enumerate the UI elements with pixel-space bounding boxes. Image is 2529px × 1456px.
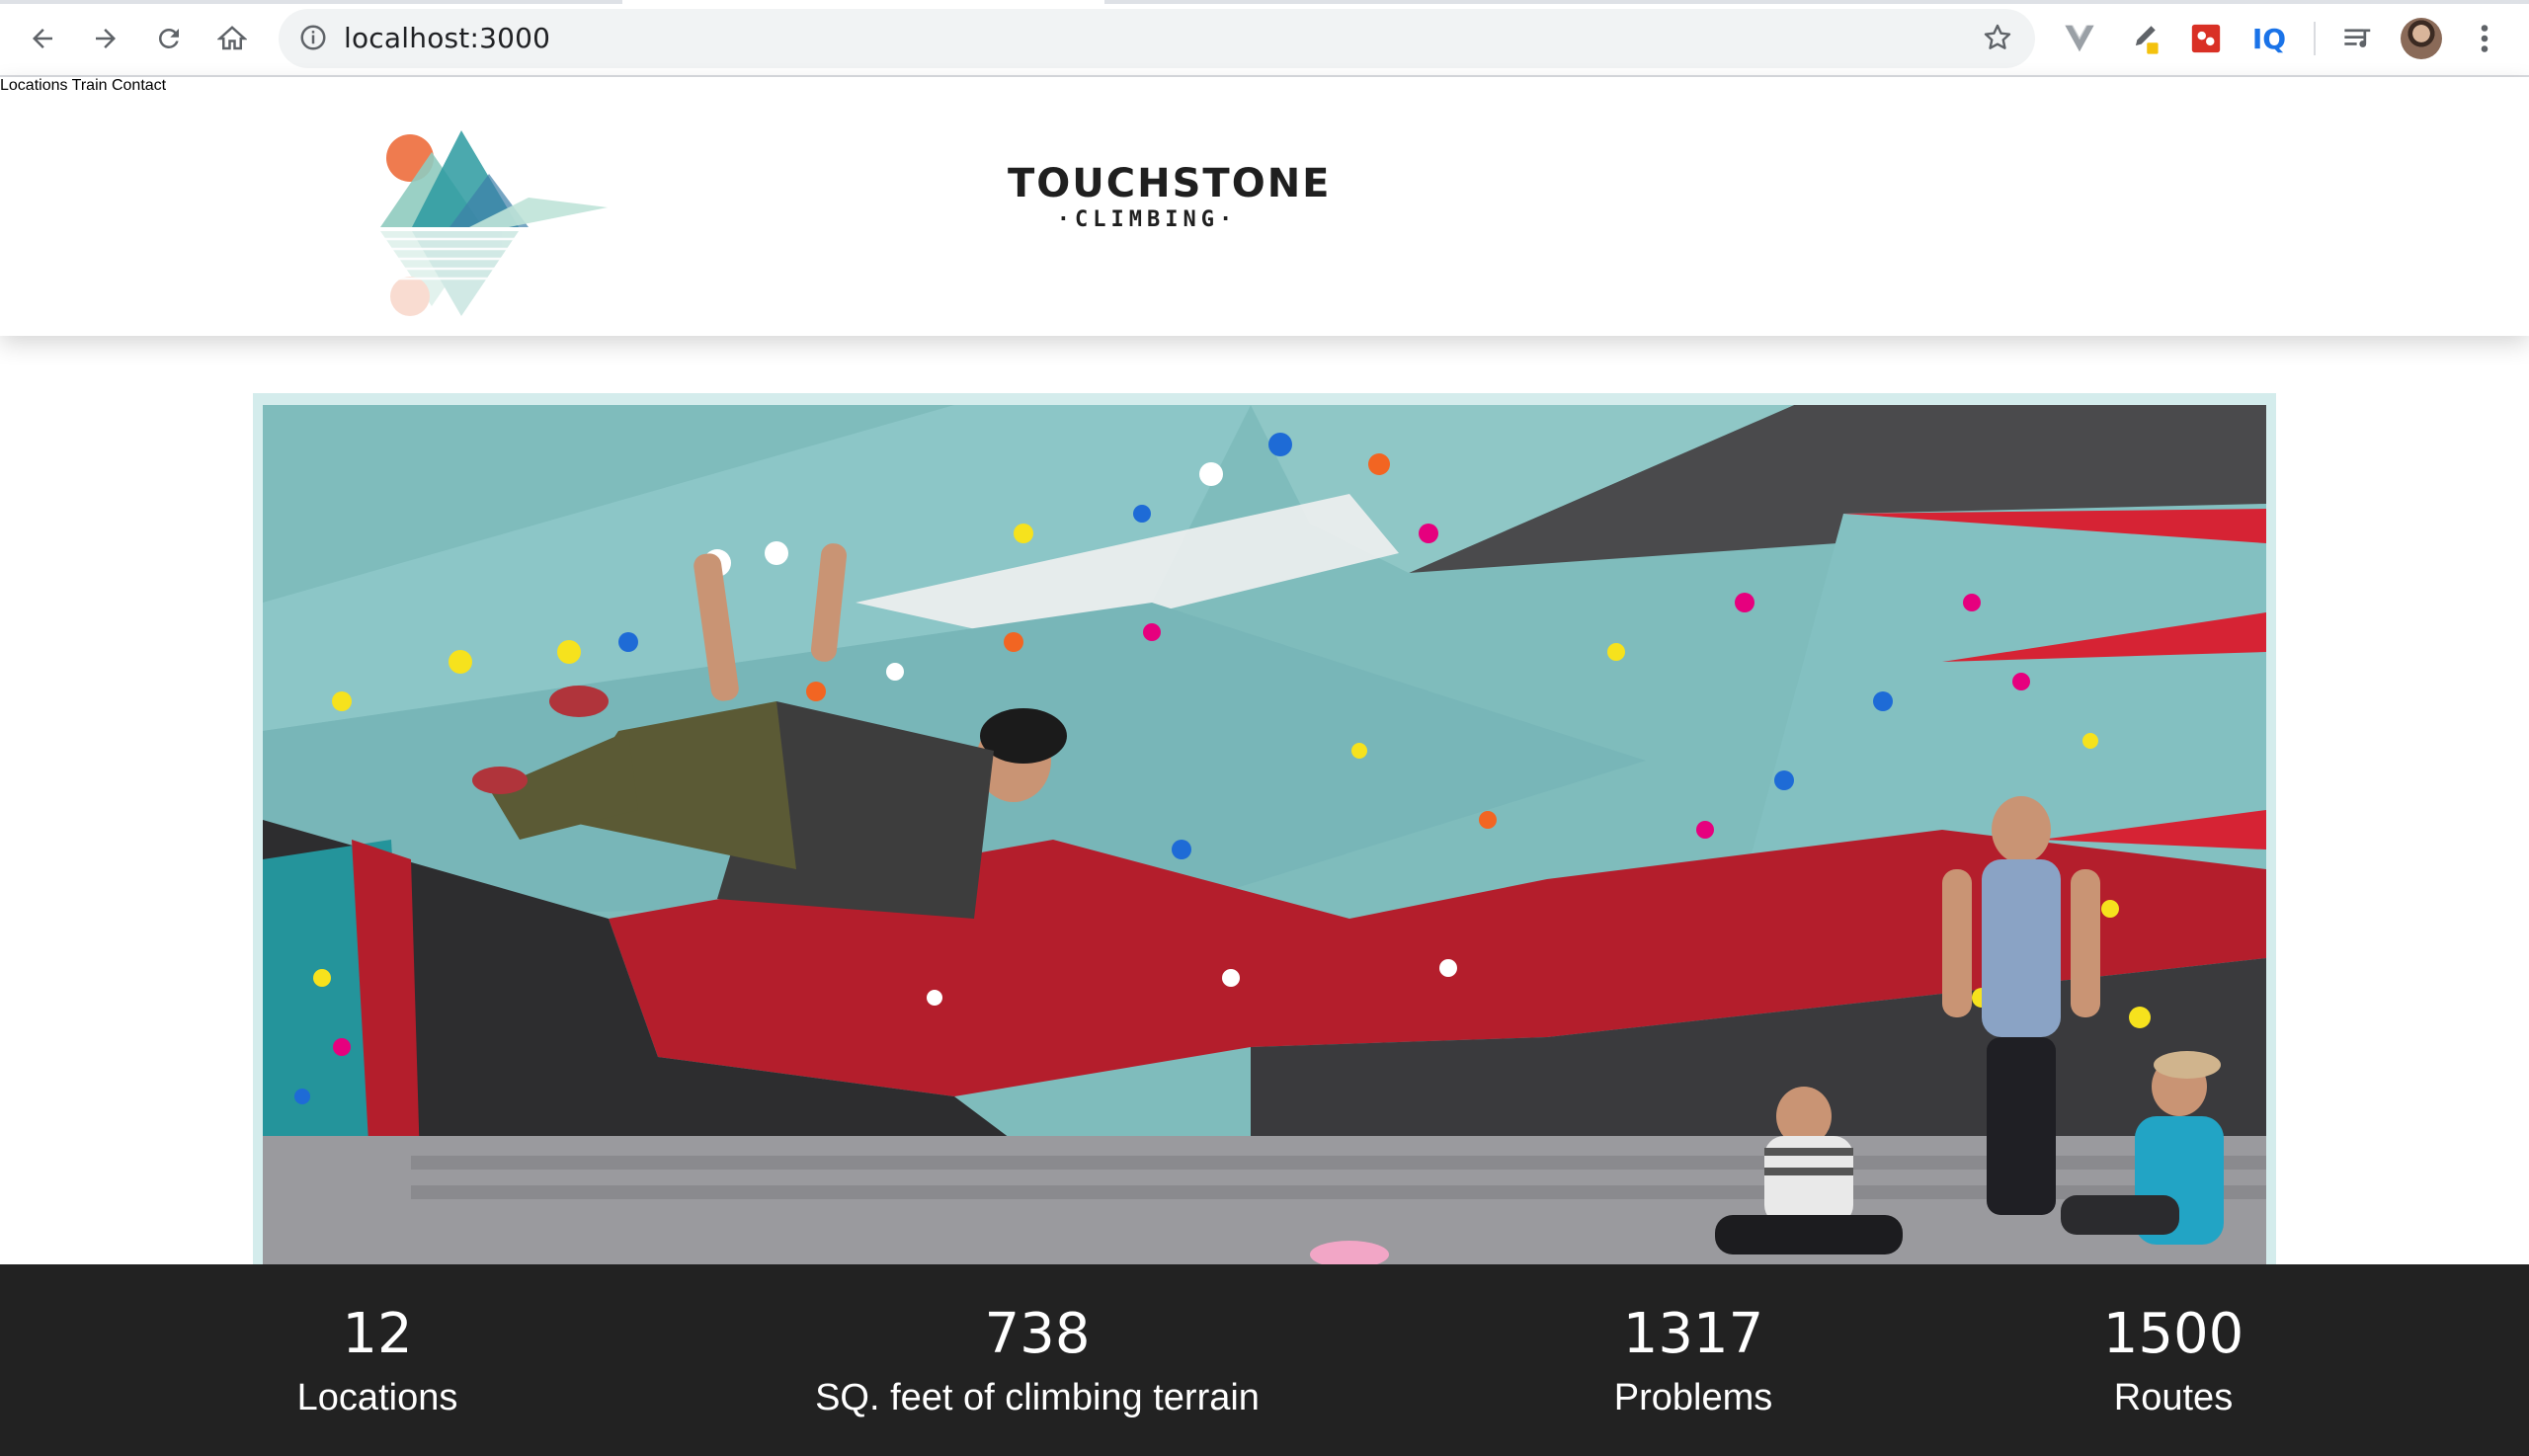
stat-value: 738 <box>984 1302 1091 1366</box>
menu-kebab-icon[interactable] <box>2466 20 2503 57</box>
color-picker-icon[interactable] <box>2124 20 2162 57</box>
home-icon <box>217 26 247 50</box>
nav-link-locations[interactable]: Locations <box>0 77 68 94</box>
tab-strip-edge <box>1104 0 2529 4</box>
forward-button[interactable] <box>87 20 124 57</box>
back-arrow-icon <box>33 29 52 48</box>
reading-list-icon[interactable] <box>2339 20 2377 57</box>
stat-value: 1500 <box>2102 1302 2244 1366</box>
vue-devtools-icon[interactable] <box>2061 20 2098 57</box>
back-button[interactable] <box>24 20 61 57</box>
stat-routes: 1500 Routes <box>2103 1304 2244 1420</box>
browser-toolbar: localhost:3000 IQ <box>0 0 2529 77</box>
puzzle-extension-icon[interactable] <box>2187 20 2225 57</box>
stat-label: Routes <box>2113 1377 2234 1418</box>
site-header: TOUCHSTONE ·CLIMBING· Locations Train Co… <box>0 77 2529 336</box>
stat-locations: 12 Locations <box>297 1304 458 1420</box>
toolbar-divider <box>2314 22 2316 55</box>
stat-terrain: 738 SQ. feet of climbing terrain <box>815 1304 1260 1420</box>
stat-problems: 1317 Problems <box>1614 1304 1773 1420</box>
tab-strip-edge <box>0 0 622 4</box>
hero-image <box>263 405 2266 1264</box>
stat-value: 1317 <box>1622 1302 1764 1366</box>
address-bar[interactable]: localhost:3000 <box>279 9 2035 68</box>
iq-label: IQ <box>2251 22 2287 55</box>
nav-link-train[interactable]: Train <box>72 77 108 94</box>
brand-wordmark[interactable]: TOUCHSTONE ·CLIMBING· <box>1008 161 1332 235</box>
stat-label: Locations <box>296 1377 458 1418</box>
info-icon[interactable] <box>298 23 328 52</box>
profile-avatar[interactable] <box>2401 18 2442 59</box>
url-text[interactable]: localhost:3000 <box>344 22 550 54</box>
stat-label: SQ. feet of climbing terrain <box>815 1377 1260 1418</box>
reload-button[interactable] <box>150 20 188 57</box>
iq-extension[interactable]: IQ <box>2250 20 2288 57</box>
brand-subtitle: ·CLIMBING· <box>1056 207 1238 232</box>
main-nav: Locations Train Contact <box>0 77 2529 95</box>
brand-name: TOUCHSTONE <box>1008 161 1332 206</box>
stat-value: 12 <box>342 1302 413 1366</box>
stat-label: Problems <box>1613 1377 1773 1418</box>
bookmark-star-icon[interactable] <box>1982 22 2013 53</box>
nav-link-contact[interactable]: Contact <box>112 77 166 94</box>
forward-arrow-icon <box>96 29 116 48</box>
hero-frame <box>253 393 2276 1282</box>
reload-icon <box>158 28 179 48</box>
home-button[interactable] <box>213 20 251 57</box>
stats-bar: 12 Locations 738 SQ. feet of climbing te… <box>0 1264 2529 1456</box>
mountain-logo-icon[interactable] <box>380 119 617 321</box>
